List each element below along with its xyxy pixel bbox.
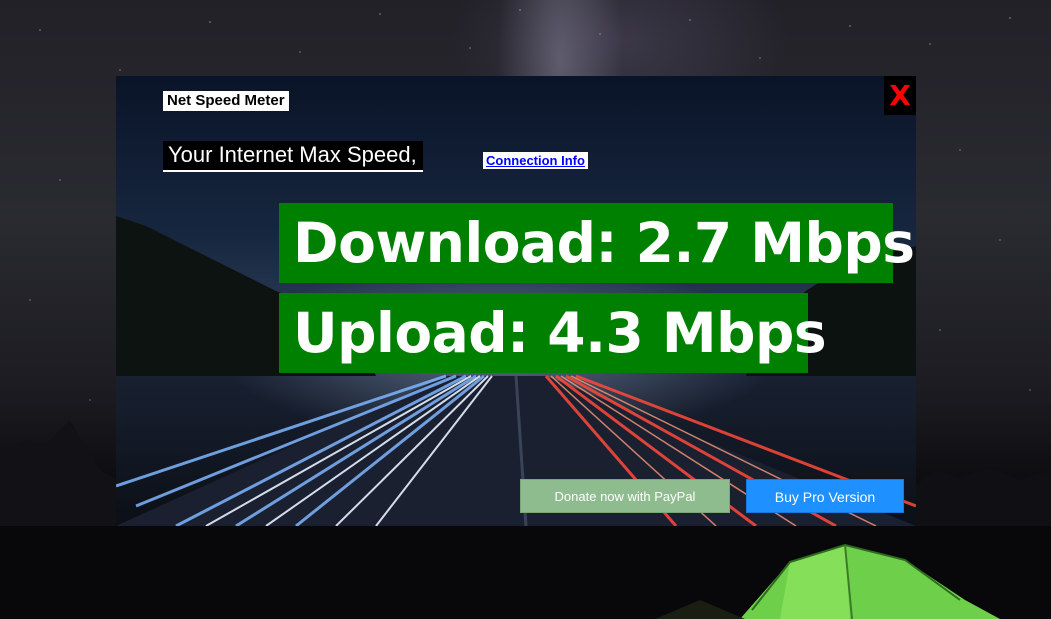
app-title: Net Speed Meter — [163, 91, 289, 111]
download-speed-display: Download: 2.7 Mbps — [279, 203, 915, 283]
connection-info-link[interactable]: Connection Info — [483, 152, 588, 169]
app-window: Net Speed Meter X Your Internet Max Spee… — [116, 76, 916, 526]
max-speed-label: Your Internet Max Speed, — [163, 141, 423, 172]
upload-speed-display: Upload: 4.3 Mbps — [279, 293, 827, 373]
donate-paypal-button[interactable]: Donate now with PayPal — [520, 479, 730, 513]
buy-pro-button[interactable]: Buy Pro Version — [746, 479, 904, 513]
close-button[interactable]: X — [884, 76, 916, 115]
